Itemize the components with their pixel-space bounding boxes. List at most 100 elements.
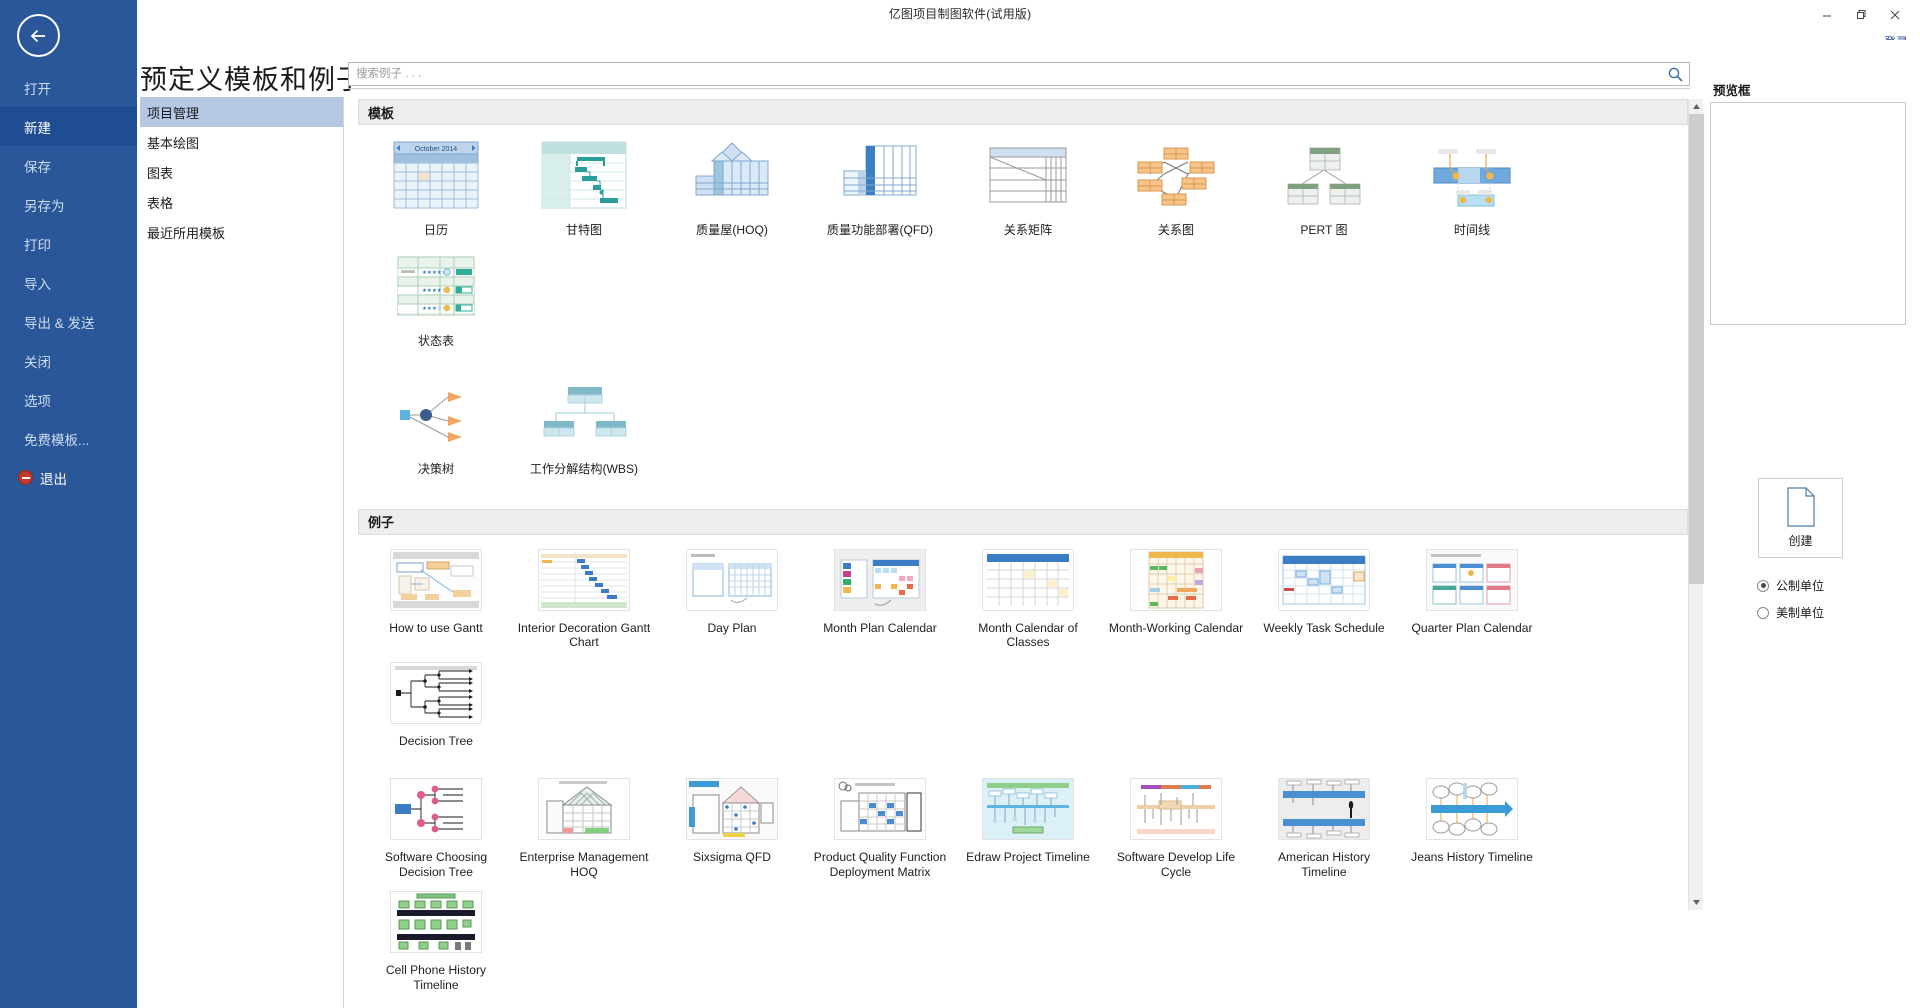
sidebar-item-free-templates[interactable]: 免费模板... xyxy=(0,419,137,458)
unit-option-imperial[interactable]: 美制单位 xyxy=(1757,604,1824,621)
category-item-project-management[interactable]: 项目管理 xyxy=(140,97,343,127)
maximize-icon[interactable] xyxy=(1844,1,1878,29)
example-thumbnail xyxy=(390,661,482,724)
example-thumbnail xyxy=(1426,548,1518,611)
sidebar-item-open[interactable]: 打开 xyxy=(0,68,137,107)
template-item-relationship-diagram[interactable]: 关系图 xyxy=(1105,139,1247,238)
sidebar-item-save-as[interactable]: 另存为 xyxy=(0,185,137,224)
content-scrollbar[interactable] xyxy=(1688,99,1704,910)
unit-option-metric[interactable]: 公制单位 xyxy=(1757,577,1824,594)
wbs-thumbnail xyxy=(538,378,630,450)
sidebar-item-new[interactable]: 新建 xyxy=(0,107,137,146)
example-item-jeans-history-timeline[interactable]: Jeans History Timeline xyxy=(1401,778,1543,879)
svg-text:★★★★☆: ★★★★☆ xyxy=(422,287,447,294)
example-item-month-working-calendar[interactable]: Month-Working Calendar xyxy=(1105,548,1247,650)
example-item-american-history-timeline[interactable]: American History Timeline xyxy=(1253,778,1395,879)
example-thumbnail xyxy=(538,778,630,840)
app-window: 亿图项目制图软件(试用版) 登录 xyxy=(0,0,1920,1008)
scroll-down-arrow[interactable] xyxy=(1689,895,1704,910)
sidebar-item-print[interactable]: 打印 xyxy=(0,224,137,263)
category-item-basic-drawing[interactable]: 基本绘图 xyxy=(140,127,343,157)
example-item-weekly-task-schedule[interactable]: Weekly Task Schedule xyxy=(1253,548,1395,650)
category-item-recent-templates[interactable]: 最近所用模板 xyxy=(140,217,343,247)
close-icon[interactable] xyxy=(1878,1,1912,29)
template-item-gantt[interactable]: 甘特图 xyxy=(513,139,655,238)
example-item-product-quality-function-deployment-matrix[interactable]: Product Quality Function Deployment Matr… xyxy=(809,778,951,879)
template-item-qfd[interactable]: 质量功能部署(QFD) xyxy=(809,139,951,238)
sidebar-item-label: 关闭 xyxy=(24,354,51,370)
sidebar-item-label: 导出 & 发送 xyxy=(24,315,95,331)
window-controls xyxy=(1810,0,1912,30)
pert-thumbnail xyxy=(1278,139,1370,211)
scrollbar-thumb[interactable] xyxy=(1689,114,1704,584)
template-item-decision-tree[interactable]: 决策树 xyxy=(365,378,507,477)
sidebar-item-import[interactable]: 导入 xyxy=(0,263,137,302)
radio-icon[interactable] xyxy=(1757,579,1769,592)
example-item-cell-phone-history-timeline[interactable]: Cell Phone History Timeline xyxy=(365,891,507,992)
example-thumbnail xyxy=(390,891,482,953)
template-item-timeline[interactable]: 时间线 xyxy=(1401,139,1543,238)
sidebar-item-options[interactable]: 选项 xyxy=(0,380,137,419)
create-button[interactable]: 创建 xyxy=(1758,478,1843,558)
back-button[interactable] xyxy=(17,14,60,57)
category-label: 项目管理 xyxy=(147,105,200,121)
example-label: Month-Working Calendar xyxy=(1108,620,1244,635)
example-item-interior-decoration-gantt-chart[interactable]: Interior Decoration Gantt Chart xyxy=(513,548,655,650)
search-icon[interactable] xyxy=(1667,66,1684,83)
decision-tree-thumbnail xyxy=(390,378,482,450)
exit-icon xyxy=(18,470,33,485)
example-item-quarter-plan-calendar[interactable]: Quarter Plan Calendar xyxy=(1401,548,1543,650)
example-thumbnail xyxy=(1278,548,1370,611)
gallery-content: 模板 October 2014 日历 甘特图 质量屋(HOQ) 质量功能部署(Q… xyxy=(358,99,1688,1008)
example-label: Jeans History Timeline xyxy=(1411,850,1533,864)
minimize-icon[interactable] xyxy=(1810,1,1844,29)
example-thumbnail xyxy=(390,548,482,611)
example-item-software-choosing-decision-tree[interactable]: Software Choosing Decision Tree xyxy=(365,778,507,879)
example-item-month-calendar-of-classes[interactable]: Month Calendar of Classes xyxy=(957,548,1099,650)
search-input[interactable] xyxy=(349,63,1689,85)
sidebar-item-export-send[interactable]: 导出 & 发送 xyxy=(0,302,137,341)
template-item-calendar[interactable]: October 2014 日历 xyxy=(365,139,507,238)
example-item-how-to-use-gantt[interactable]: How to use Gantt xyxy=(365,548,507,650)
category-item-charts[interactable]: 图表 xyxy=(140,157,343,187)
section-title: 例子 xyxy=(368,515,395,530)
sidebar-item-close[interactable]: 关闭 xyxy=(0,341,137,380)
sidebar-item-label: 新建 xyxy=(24,120,51,136)
search-box[interactable] xyxy=(348,62,1690,86)
category-item-tables[interactable]: 表格 xyxy=(140,187,343,217)
example-thumbnail xyxy=(834,778,926,840)
example-label: American History Timeline xyxy=(1277,850,1371,879)
example-thumbnail xyxy=(1130,778,1222,840)
example-item-day-plan[interactable]: Day Plan xyxy=(661,548,803,650)
example-thumbnail xyxy=(538,548,630,611)
template-label: 决策树 xyxy=(417,462,455,476)
example-item-sixsigma-qfd[interactable]: Sixsigma QFD xyxy=(661,778,803,879)
template-item-wbs[interactable]: 工作分解结构(WBS) xyxy=(513,378,655,477)
example-label: Sixsigma QFD xyxy=(693,850,771,864)
qfd-thumbnail xyxy=(834,139,926,211)
radio-icon[interactable] xyxy=(1757,606,1769,619)
template-item-relation-matrix[interactable]: 关系矩阵 xyxy=(957,139,1099,238)
template-label: 甘特图 xyxy=(565,223,603,237)
svg-text:★★★★★: ★★★★★ xyxy=(422,269,447,276)
example-item-decision-tree[interactable]: Decision Tree xyxy=(365,661,507,749)
gantt-thumbnail xyxy=(538,139,630,211)
page-title: 预定义模板和例子 xyxy=(140,65,364,95)
example-thumbnail xyxy=(1130,548,1222,611)
status-thumbnail: ★★★★★ ★★★★☆ ★★★☆☆ xyxy=(390,250,482,322)
backstage-sidebar: 打开 新建 保存 另存为 打印 导入 导出 & 发送 关闭 选项 免费模板...… xyxy=(0,0,137,1008)
sidebar-item-save[interactable]: 保存 xyxy=(0,146,137,185)
example-item-month-plan-calendar[interactable]: Month Plan Calendar xyxy=(809,548,951,650)
template-item-hoq[interactable]: 质量屋(HOQ) xyxy=(661,139,803,238)
sidebar-item-exit[interactable]: 退出 xyxy=(0,458,137,497)
example-label: Day Plan xyxy=(707,620,757,635)
example-label: Enterprise Management HOQ xyxy=(519,850,649,879)
example-item-edraw-project-timeline[interactable]: Edraw Project Timeline xyxy=(957,778,1099,879)
template-item-pert[interactable]: PERT 图 xyxy=(1253,139,1395,238)
example-item-software-develop-life-cycle[interactable]: Software Develop Life Cycle xyxy=(1105,778,1247,879)
templates-grid: October 2014 日历 甘特图 质量屋(HOQ) 质量功能部署(QFD)… xyxy=(358,125,1688,493)
row-spacer xyxy=(362,360,1684,378)
example-item-enterprise-management-hoq[interactable]: Enterprise Management HOQ xyxy=(513,778,655,879)
template-item-status-table[interactable]: ★★★★★ ★★★★☆ ★★★☆☆ 状态表 xyxy=(365,250,507,349)
scroll-up-arrow[interactable] xyxy=(1689,99,1704,114)
